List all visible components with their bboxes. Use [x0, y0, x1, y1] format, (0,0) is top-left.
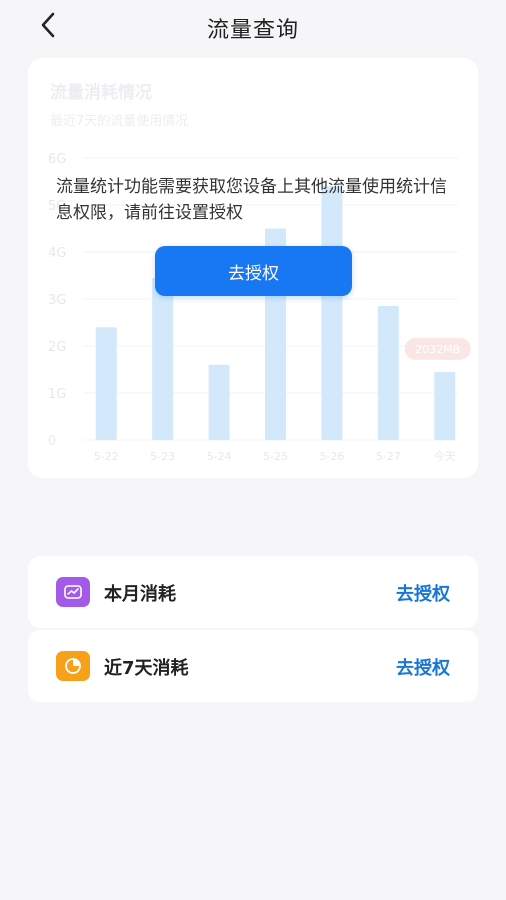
value-badge-label: 2032MB: [415, 343, 460, 356]
x-tick-label: 5-22: [94, 450, 119, 463]
y-tick-label: 6G: [48, 152, 66, 167]
x-tick-label: 5-26: [319, 450, 344, 463]
trend-chart-icon: [56, 577, 90, 607]
authorize-link[interactable]: 去授权: [396, 654, 450, 680]
y-tick-label: 0: [48, 434, 56, 449]
permission-message: 流量统计功能需要获取您设备上其他流量使用统计信息权限，请前往设置授权: [56, 177, 447, 223]
stat-row-month: 本月消耗 去授权: [28, 556, 478, 628]
authorize-link[interactable]: 去授权: [396, 580, 450, 606]
bar: [208, 364, 230, 440]
x-tick-label: 5-24: [207, 450, 232, 463]
y-tick-label: 4G: [48, 246, 66, 261]
y-tick-label: 1G: [48, 387, 66, 402]
page-title: 流量查询: [206, 18, 299, 43]
x-tick-label: 5-25: [263, 450, 288, 463]
y-tick-label: 3G: [48, 293, 66, 308]
bar: [95, 327, 117, 440]
stat-row-7days: 近7天消耗 去授权: [28, 630, 478, 702]
y-tick-label: 2G: [48, 340, 66, 355]
bar: [152, 277, 174, 440]
top-bar: 流量查询: [0, 0, 506, 56]
x-tick-label: 5-23: [150, 450, 175, 463]
x-tick-label: 今天: [434, 449, 456, 463]
pie-chart-icon: [56, 651, 90, 681]
bar: [434, 371, 456, 440]
authorize-button[interactable]: 去授权: [155, 246, 352, 296]
stat-label: 本月消耗: [104, 584, 176, 605]
bar: [377, 306, 399, 440]
stat-label: 近7天消耗: [104, 658, 189, 679]
x-tick-label: 5-27: [376, 450, 401, 463]
